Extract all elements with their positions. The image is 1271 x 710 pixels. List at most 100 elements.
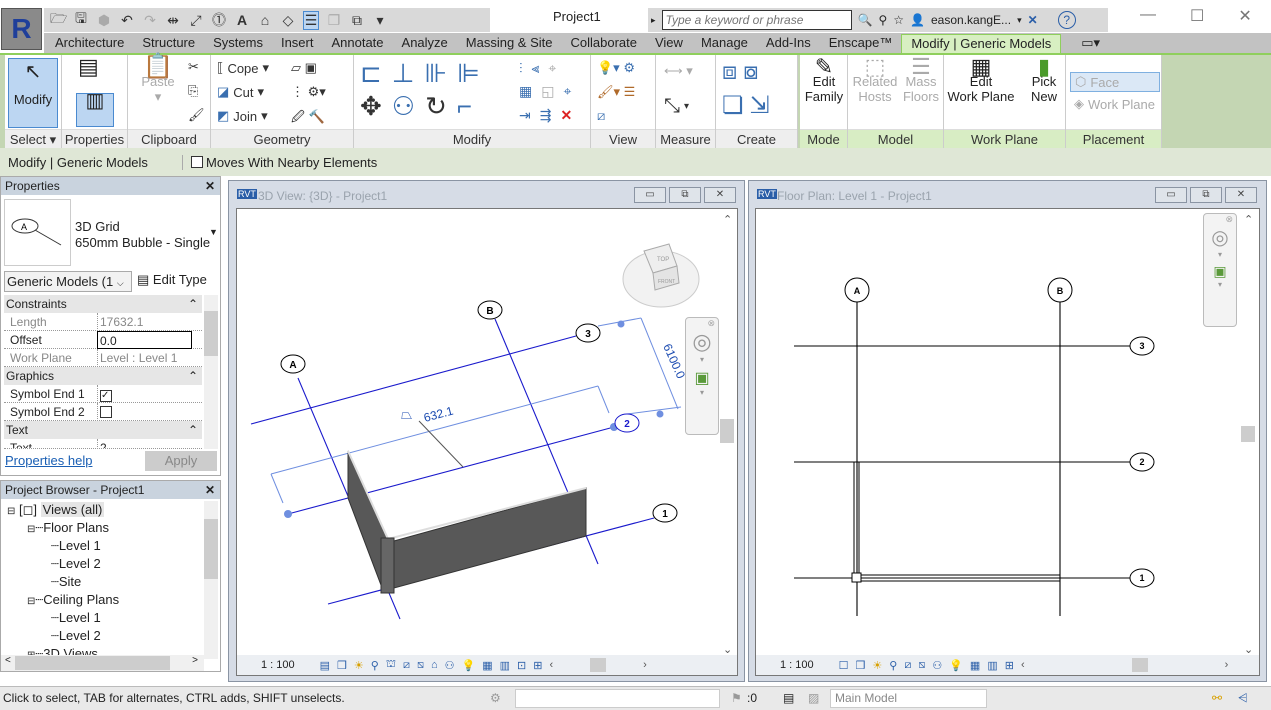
wall-joins-icon[interactable]: ▱ ▣ [291, 60, 317, 76]
show-crop-icon[interactable]: ⧅ [918, 659, 925, 672]
rotate-icon[interactable]: ↻ [425, 91, 447, 122]
tab-enscape[interactable]: Enscape™ [820, 33, 902, 53]
tree-views-all[interactable]: ⊟ [◻] Views (all) [7, 501, 105, 521]
array-icon[interactable]: ▦ [519, 83, 532, 100]
type-dropdown-icon[interactable]: ▼ [209, 227, 218, 237]
undo-icon[interactable]: ↶ [119, 12, 135, 29]
grid-drag-handle[interactable] [617, 320, 625, 328]
paste-button[interactable]: 📋 Paste ▾ [138, 55, 178, 105]
grid-line-3[interactable] [250, 335, 577, 425]
close-hidden-icon[interactable]: ❐ [326, 12, 342, 29]
detail-level-icon[interactable]: ▤ [320, 659, 330, 672]
hscroll-thumb[interactable] [590, 658, 607, 672]
canvas-plan[interactable]: A B 3 2 1 ⌃ ⌄ ⊗ ◎ ▾ ▣ ▾ [755, 208, 1260, 676]
hscroll-left[interactable]: ‹ [1021, 659, 1025, 671]
search-input[interactable] [661, 10, 852, 30]
user-menu[interactable]: eason.kangE... [931, 13, 1011, 27]
mirror-draw-icon[interactable]: ⊫ [457, 58, 480, 89]
instance-filter-select[interactable]: Generic Models (1 ⌵ [4, 271, 132, 292]
design-option-select[interactable]: Main Model [830, 689, 987, 708]
copy-element-icon[interactable]: ⚇ [392, 91, 415, 122]
worksharing-icon[interactable]: ▦ [482, 659, 492, 672]
group-text[interactable]: Text ⌃ [4, 421, 202, 439]
view-scale[interactable]: 1 : 100 [780, 659, 814, 671]
offset-input[interactable]: 0.0 [97, 331, 192, 349]
tab-collaborate[interactable]: Collaborate [561, 33, 646, 53]
tree-floor-level-2[interactable]: ┈Level 2 [51, 555, 101, 573]
dimension-icon[interactable]: ⤡ ▾ [664, 95, 689, 118]
view-cube[interactable]: TOP FRONT [622, 243, 700, 308]
tab-structure[interactable]: Structure [133, 33, 204, 53]
dimension-drag-icon[interactable]: ⏢ [401, 406, 412, 422]
visual-style-icon[interactable]: ❒ [337, 659, 347, 672]
plan-walls[interactable] [851, 462, 1060, 583]
work-plane-button[interactable]: ◈ Work Plane [1070, 94, 1160, 114]
constraints-icon[interactable]: ⊞ [1005, 659, 1014, 672]
view-minimize-button[interactable]: ▭ [634, 187, 666, 203]
cut-geometry-button[interactable]: ◪ Cut ▾ [217, 84, 264, 100]
section-icon[interactable]: ◇ [280, 12, 296, 29]
view-restore-button[interactable]: ⧉ [1190, 187, 1222, 203]
favorites-icon[interactable]: ☆ [893, 13, 904, 27]
help-button[interactable]: ? [1057, 11, 1076, 29]
user-icon[interactable]: 👤 [910, 13, 925, 27]
aligned-dimension-icon[interactable]: ⤢ [188, 12, 204, 29]
modify-button[interactable]: ↖ Modify [8, 58, 58, 128]
temp-hide-icon[interactable]: ⚇ [445, 659, 455, 672]
view-close-button[interactable]: ✕ [1225, 187, 1257, 203]
sync-icon[interactable]: ⬢ [96, 12, 112, 29]
tab-modify-generic-models[interactable]: Modify | Generic Models [901, 33, 1062, 53]
tag-icon[interactable]: ⓵ [211, 10, 227, 30]
steering-wheel-icon[interactable]: ◎ [686, 329, 718, 355]
tab-systems[interactable]: Systems [204, 33, 272, 53]
properties-help-link[interactable]: Properties help [5, 453, 92, 468]
apply-button[interactable]: Apply [145, 451, 217, 471]
delete-icon[interactable]: ✕ [560, 107, 572, 124]
reveal-hidden-icon[interactable]: 💡 [462, 659, 476, 672]
view-scale[interactable]: 1 : 100 [261, 659, 295, 671]
symbol-end-1-checkbox[interactable]: ✓ [100, 390, 112, 402]
2d-wheel-icon[interactable]: ◎ [1204, 225, 1236, 250]
split-icon[interactable]: ⫶ [519, 60, 523, 77]
subscription-icon[interactable]: ⚲ [878, 13, 887, 27]
hscroll-right[interactable]: › [643, 659, 647, 671]
unpin-icon[interactable]: ⌖ [548, 60, 556, 77]
tree-ceiling-level-1[interactable]: ┈Level 1 [51, 609, 101, 627]
save-icon[interactable]: 🖫 [73, 8, 89, 32]
grid-drag-handle[interactable] [284, 510, 292, 518]
tab-massing-site[interactable]: Massing & Site [457, 33, 562, 53]
panel-title-select[interactable]: Select ▾ [5, 129, 61, 148]
close-properties-icon[interactable]: ✕ [205, 177, 215, 195]
visual-style-icon[interactable]: ❒ [856, 659, 866, 672]
temp-hide-icon[interactable]: ⚇ [932, 659, 942, 672]
workset-select[interactable] [515, 689, 720, 708]
sun-path-icon[interactable]: ☀ [354, 659, 364, 672]
ribbon-toggle-icon[interactable]: ▭▾ [1081, 35, 1100, 51]
edit-family-button[interactable]: ✎ Edit Family [802, 56, 846, 105]
highlight-icon[interactable]: ⊡ [517, 659, 526, 672]
exclude-options-icon[interactable]: ▨ [808, 687, 819, 709]
face-button[interactable]: ⬡ Face [1070, 72, 1160, 92]
split-face-icon[interactable]: ⋮ ⚙▾ [291, 84, 326, 100]
move-icon[interactable]: ✥ [360, 91, 382, 122]
mirror-pick-icon[interactable]: ⊪ [424, 58, 447, 89]
worksets-icon[interactable]: ⚙ [490, 687, 501, 709]
shadows-icon[interactable]: ⚲ [371, 659, 379, 672]
related-hosts-button[interactable]: ⬚ Related Hosts [850, 56, 900, 105]
edit-type-button[interactable]: ▤ Edit Type [137, 272, 207, 288]
tab-manage[interactable]: Manage [692, 33, 757, 53]
tree-site[interactable]: ┈Site [51, 573, 81, 591]
hide-in-view-icon[interactable]: 💡▾ ⚙ [597, 60, 635, 76]
properties-toggle-icon[interactable]: ▥ [76, 91, 114, 127]
close-browser-icon[interactable]: ✕ [205, 481, 215, 499]
switch-windows-icon[interactable]: ⧉ [349, 12, 365, 29]
mass-floors-button[interactable]: ☰ Mass Floors [900, 56, 942, 105]
minimize-button[interactable]: — [1140, 6, 1156, 26]
tree-floor-level-1[interactable]: ┈Level 1 [51, 537, 101, 555]
tree-ceiling-plans[interactable]: ⊟┈Ceiling Plans [27, 591, 119, 611]
moves-with-nearby-checkbox[interactable] [191, 156, 203, 168]
show-crop-icon[interactable]: ⧅ [417, 659, 424, 672]
symbol-end-2-checkbox[interactable] [100, 406, 112, 418]
constraints-icon[interactable]: ⊞ [533, 659, 542, 672]
hscroll-right[interactable]: › [1225, 659, 1229, 671]
